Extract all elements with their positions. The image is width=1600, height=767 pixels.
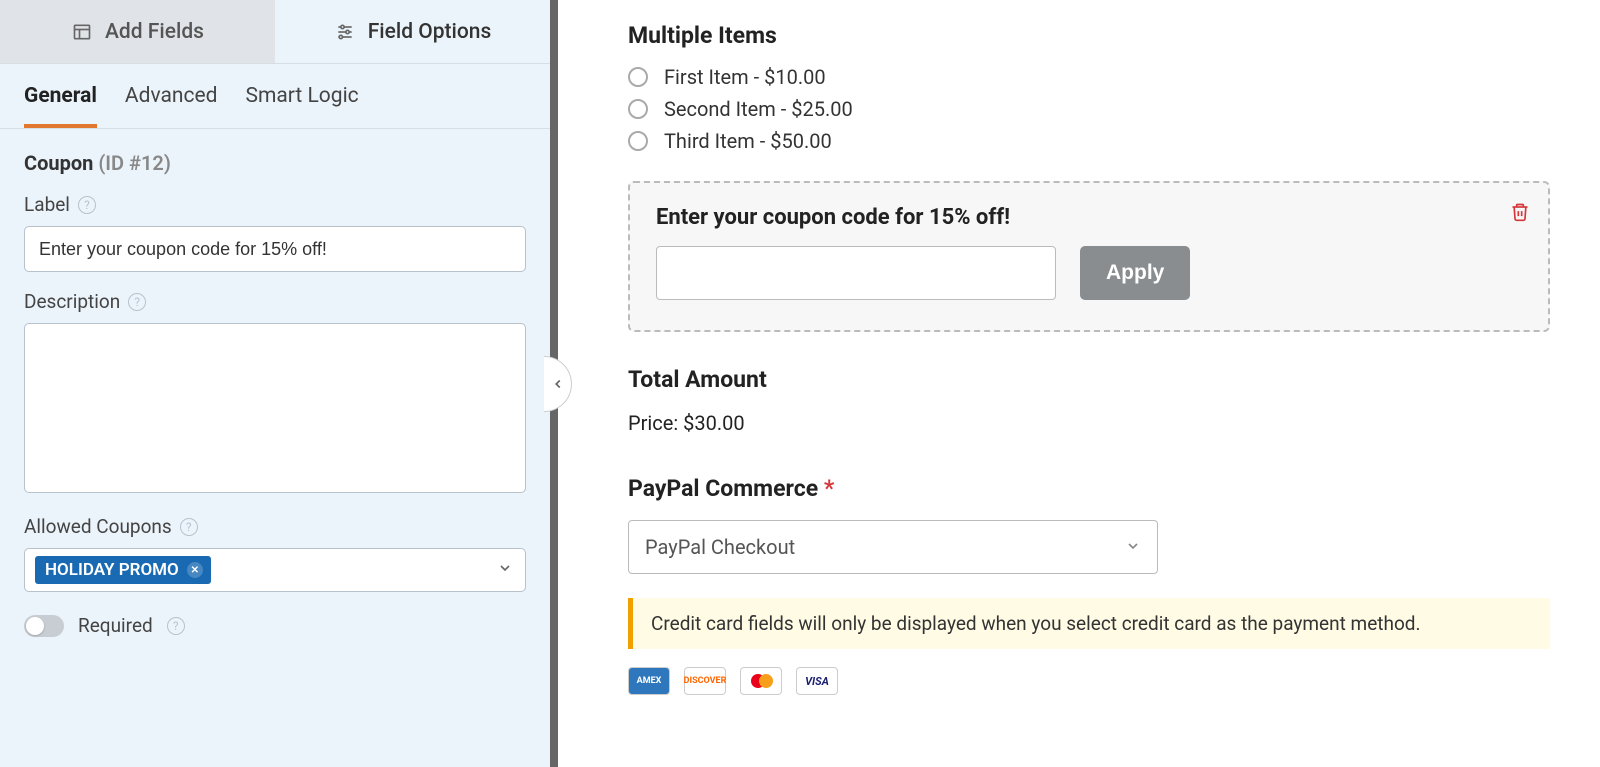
paypal-title: PayPal Commerce *: [628, 475, 1550, 502]
mastercard-icon: [740, 667, 782, 695]
required-toggle[interactable]: [24, 615, 64, 637]
visa-card-icon: VISA: [796, 667, 838, 695]
label-required: Required: [78, 614, 153, 637]
sliders-icon: [334, 21, 356, 43]
tab-add-fields[interactable]: Add Fields: [0, 0, 275, 64]
payment-method-value: PayPal Checkout: [645, 535, 795, 559]
total-amount-title: Total Amount: [628, 366, 1550, 393]
subtab-general[interactable]: General: [24, 84, 97, 128]
help-icon[interactable]: ?: [167, 617, 185, 635]
label-input[interactable]: [24, 226, 526, 272]
label-allowed-coupons: Allowed Coupons: [24, 515, 172, 538]
coupon-field-label: Enter your coupon code for 15% off!: [656, 205, 1522, 230]
radio-label: First Item - $10.00: [664, 65, 826, 89]
help-icon[interactable]: ?: [78, 196, 96, 214]
radio-group: First Item - $10.00 Second Item - $25.00…: [628, 65, 1550, 153]
label-label: Label: [24, 193, 70, 216]
radio-icon[interactable]: [628, 67, 648, 87]
coupon-chip-label: HOLIDAY PROMO: [45, 560, 179, 580]
tab-add-fields-label: Add Fields: [105, 20, 204, 44]
multiple-items-title: Multiple Items: [628, 22, 1550, 49]
section-title: Coupon (ID #12): [24, 151, 526, 175]
section-id: (ID #12): [98, 151, 171, 175]
amex-card-icon: AMEX: [628, 667, 670, 695]
trash-icon[interactable]: [1510, 201, 1530, 227]
apply-button[interactable]: Apply: [1080, 246, 1190, 300]
allowed-coupons-select[interactable]: HOLIDAY PROMO ✕: [24, 548, 526, 592]
section-name: Coupon: [24, 151, 93, 175]
payment-method-select[interactable]: PayPal Checkout: [628, 520, 1158, 574]
radio-icon[interactable]: [628, 99, 648, 119]
coupon-chip: HOLIDAY PROMO ✕: [35, 556, 211, 584]
tab-field-options-label: Field Options: [368, 20, 492, 44]
card-brand-row: AMEX DISCOVER VISA: [628, 667, 1550, 695]
chevron-down-icon: [497, 560, 513, 580]
help-icon[interactable]: ?: [128, 293, 146, 311]
chevron-down-icon: [1125, 535, 1141, 559]
credit-card-notice: Credit card fields will only be displaye…: [628, 598, 1550, 649]
discover-card-icon: DISCOVER: [684, 667, 726, 695]
layout-icon: [71, 21, 93, 43]
sub-tabs: General Advanced Smart Logic: [0, 64, 550, 129]
radio-label: Third Item - $50.00: [664, 129, 832, 153]
radio-label: Second Item - $25.00: [664, 97, 853, 121]
radio-icon[interactable]: [628, 131, 648, 151]
subtab-advanced[interactable]: Advanced: [125, 84, 218, 128]
help-icon[interactable]: ?: [180, 518, 198, 536]
subtab-smart-logic[interactable]: Smart Logic: [245, 84, 358, 128]
label-description: Description: [24, 290, 120, 313]
coupon-code-input[interactable]: [656, 246, 1056, 300]
coupon-field-block[interactable]: Enter your coupon code for 15% off! Appl…: [628, 181, 1550, 332]
price-line: Price: $30.00: [628, 411, 1550, 435]
remove-chip-icon[interactable]: ✕: [187, 562, 203, 578]
description-textarea[interactable]: [24, 323, 526, 493]
required-star: *: [824, 475, 834, 502]
top-tabs: Add Fields Field Options: [0, 0, 550, 64]
tab-field-options[interactable]: Field Options: [275, 0, 550, 64]
